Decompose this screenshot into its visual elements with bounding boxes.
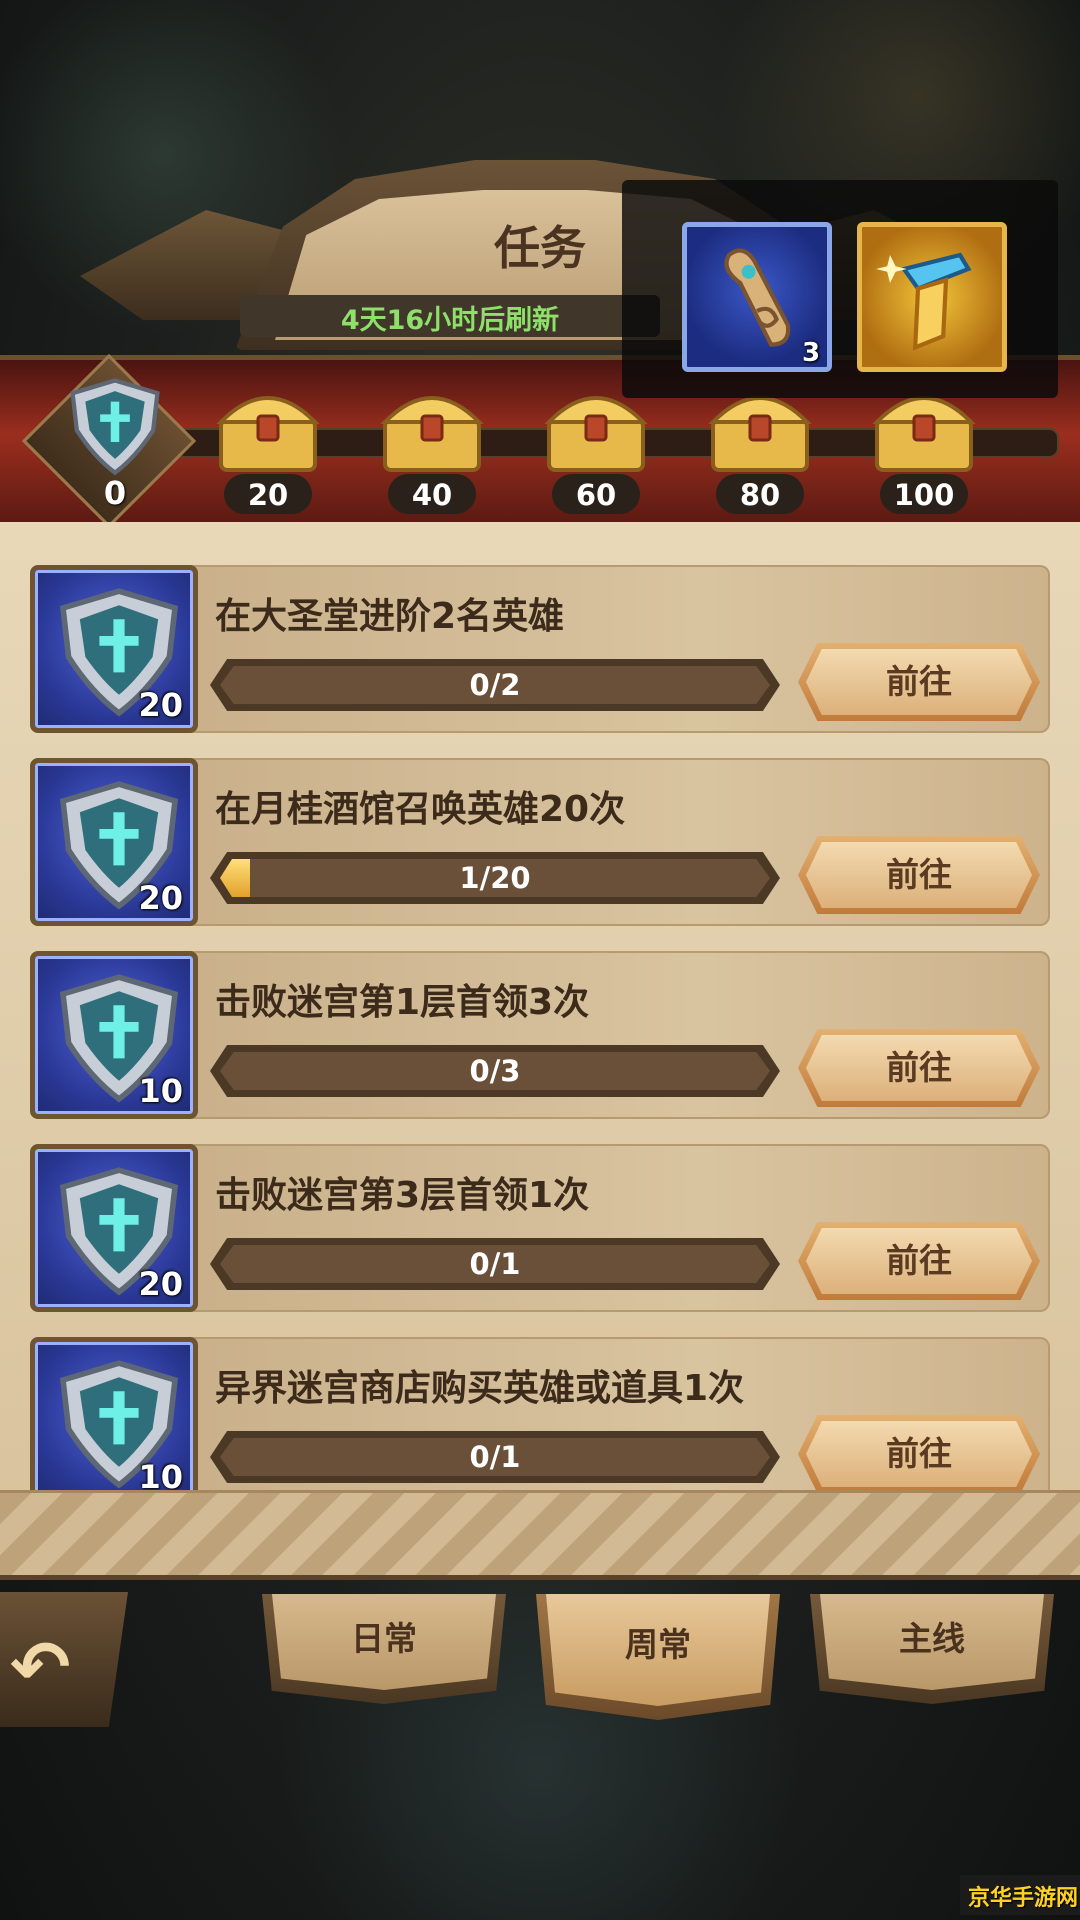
task-reward-icon[interactable]: 10 <box>30 1337 198 1490</box>
tab-label: 周常 <box>625 1625 691 1664</box>
tab-label: 日常 <box>351 1619 417 1658</box>
task-reward-icon[interactable]: 10 <box>30 951 198 1119</box>
amulet-reward[interactable] <box>857 222 1007 372</box>
go-button-label: 前往 <box>886 1241 952 1280</box>
task-points: 10 <box>138 1072 183 1110</box>
scroll-reward-count: 3 <box>802 338 821 368</box>
task-card: 20 在大圣堂进阶2名英雄 0/2 前往 <box>30 565 1050 733</box>
task-list[interactable]: 20 在大圣堂进阶2名英雄 0/2 前往 20 在月桂酒馆召唤英雄20次 1/20 前往 10 击… <box>30 565 1050 1490</box>
task-card: 20 在月桂酒馆召唤英雄20次 1/20 前往 <box>30 758 1050 926</box>
milestone-points: 100 <box>893 478 955 512</box>
shield-icon <box>70 378 160 476</box>
tab-main[interactable]: 主线 <box>810 1594 1054 1704</box>
panel-bottom-trim <box>0 1490 1080 1575</box>
milestone-points: 80 <box>739 478 781 512</box>
task-title: 异界迷宫商店购买英雄或道具1次 <box>215 1368 745 1409</box>
refresh-timer-text: 4天16小时后刷新 <box>340 305 560 336</box>
task-progress-text: 0/1 <box>469 1247 521 1281</box>
milestone-points: 60 <box>575 478 617 512</box>
watermark: 京华手游网 <box>968 1886 1079 1911</box>
task-points: 20 <box>138 1265 183 1303</box>
amulet-icon <box>876 252 972 351</box>
task-card: 20 击败迷宫第3层首领1次 0/1 前往 <box>30 1144 1050 1312</box>
tab-daily[interactable]: 日常 <box>262 1594 506 1704</box>
tab-weekly[interactable]: 周常 <box>536 1594 780 1720</box>
treasure-chest-icon[interactable] <box>377 380 487 475</box>
task-title: 击败迷宫第3层首领1次 <box>215 1175 590 1216</box>
tab-label: 主线 <box>899 1619 965 1658</box>
milestone-points: 20 <box>247 478 289 512</box>
task-points: 20 <box>138 686 183 724</box>
task-points: 20 <box>138 879 183 917</box>
task-reward-icon[interactable]: 20 <box>30 565 198 733</box>
go-button-label: 前往 <box>886 1434 952 1473</box>
go-button-label: 前往 <box>886 855 952 894</box>
task-title: 在大圣堂进阶2名英雄 <box>215 596 565 637</box>
task-progress-text: 0/2 <box>469 668 521 702</box>
task-progress-text: 1/20 <box>459 861 531 895</box>
task-card: 10 异界迷宫商店购买英雄或道具1次 0/1 前往 <box>30 1337 1050 1490</box>
task-points: 10 <box>138 1458 183 1490</box>
task-title: 在月桂酒馆召唤英雄20次 <box>215 789 626 830</box>
task-title: 击败迷宫第1层首领3次 <box>215 982 590 1023</box>
page-title: 任务 <box>494 221 586 275</box>
task-card: 10 击败迷宫第1层首领3次 0/3 前往 <box>30 951 1050 1119</box>
task-progress-text: 0/1 <box>469 1440 521 1474</box>
current-points: 0 <box>103 474 127 512</box>
task-reward-icon[interactable]: 20 <box>30 758 198 926</box>
treasure-chest-icon[interactable] <box>213 380 323 475</box>
task-progress-text: 0/3 <box>469 1054 521 1088</box>
task-reward-icon[interactable]: 20 <box>30 1144 198 1312</box>
go-button-label: 前往 <box>886 1048 952 1087</box>
go-button-label: 前往 <box>886 662 952 701</box>
milestone-points: 40 <box>411 478 453 512</box>
back-arrow-icon: ↶ <box>10 1625 71 1709</box>
